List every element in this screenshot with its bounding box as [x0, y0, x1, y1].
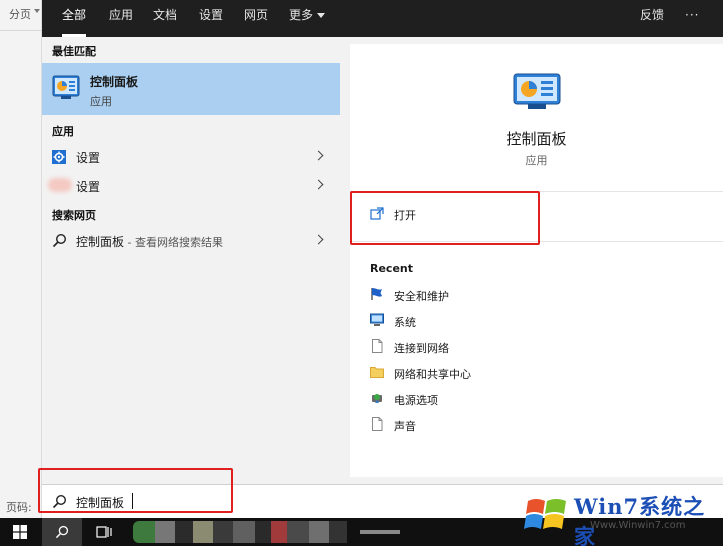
background-tab-label: 分页	[9, 8, 31, 21]
text-cursor	[132, 493, 133, 509]
search-query-text: 控制面板	[76, 496, 125, 510]
recent-item[interactable]: 安全和维护	[350, 282, 723, 308]
gear-icon	[52, 150, 66, 164]
power-options-icon	[372, 394, 382, 403]
chevron-down-icon	[34, 9, 40, 13]
chevron-down-icon	[317, 13, 326, 18]
background-document: 分页 页码:	[0, 0, 42, 518]
preview-pane: 控制面板 应用 打开 Recent 安全和维护 系统 连接到网络 网络和共享中心…	[350, 44, 723, 477]
recent-item[interactable]: 声音	[350, 412, 723, 438]
search-icon	[52, 233, 67, 248]
best-match-type: 应用	[90, 95, 112, 108]
app-item-settings-2[interactable]: 设置	[42, 172, 340, 200]
control-panel-icon	[513, 73, 561, 109]
filter-tab-bar: 全部 应用 文档 设置 网页 更多 反馈 ···	[42, 0, 723, 37]
background-status-label: 页码:	[6, 501, 32, 514]
open-label: 打开	[394, 209, 416, 222]
chevron-right-icon	[313, 234, 324, 245]
web-heading: 搜索网页	[52, 209, 96, 222]
web-search-suffix: - 查看网络搜索结果	[124, 236, 223, 249]
best-match-item[interactable]: 控制面板 应用	[42, 63, 340, 115]
chevron-right-icon	[313, 179, 324, 190]
windows-7-logo-icon	[524, 499, 566, 529]
search-popup: 全部 应用 文档 设置 网页 更多 反馈 ··· 最佳匹配 控制面板 应用 应用	[42, 0, 723, 518]
open-icon	[370, 207, 384, 220]
tab-more[interactable]: 更多	[289, 0, 326, 37]
folder-icon	[370, 367, 384, 378]
app-item-label: 设置	[76, 180, 101, 194]
watermark-url: Www.Winwin7.com	[590, 520, 686, 531]
divider	[350, 191, 723, 192]
monitor-icon	[370, 313, 384, 326]
web-search-query: 控制面板	[76, 235, 125, 249]
recent-item[interactable]: 系统	[350, 308, 723, 334]
tab-settings[interactable]: 设置	[199, 0, 223, 37]
site-watermark: Win7系统之家 Www.Winwin7.com	[524, 489, 720, 546]
search-icon	[52, 494, 67, 509]
tab-all[interactable]: 全部	[62, 0, 87, 37]
recent-item[interactable]: 连接到网络	[350, 334, 723, 360]
flag-icon	[371, 288, 382, 300]
best-match-name: 控制面板	[90, 75, 139, 89]
task-view-button[interactable]	[84, 518, 124, 546]
feedback-button[interactable]: 反馈	[640, 0, 664, 37]
preview-type: 应用	[525, 154, 548, 167]
results-list: 最佳匹配 控制面板 应用 应用 设置 设置 搜索网页 控制面板 - 查看网络搜索…	[42, 37, 340, 477]
recent-heading: Recent	[370, 262, 414, 275]
more-options-button[interactable]: ···	[685, 0, 699, 37]
tab-apps[interactable]: 应用	[109, 0, 133, 37]
open-button[interactable]: 打开	[350, 194, 723, 234]
web-search-item[interactable]: 控制面板 - 查看网络搜索结果	[42, 227, 340, 255]
app-item-label: 设置	[76, 151, 101, 165]
document-icon	[372, 417, 383, 431]
divider	[350, 241, 723, 242]
divider	[0, 30, 42, 31]
tab-documents[interactable]: 文档	[153, 0, 177, 37]
recent-item[interactable]: 网络和共享中心	[350, 360, 723, 386]
control-panel-icon	[52, 75, 80, 99]
chevron-right-icon	[313, 150, 324, 161]
task-view-icon	[96, 526, 112, 538]
recent-item[interactable]: 电源选项	[350, 386, 723, 412]
search-icon	[55, 525, 69, 539]
taskbar-search-button[interactable]	[42, 518, 82, 546]
app-item-settings[interactable]: 设置	[42, 143, 340, 171]
document-icon	[372, 339, 383, 353]
blurred-app-icon	[48, 178, 72, 192]
tab-web[interactable]: 网页	[244, 0, 268, 37]
best-match-heading: 最佳匹配	[52, 45, 96, 58]
apps-heading: 应用	[52, 125, 74, 138]
windows-logo-icon	[13, 525, 27, 539]
watermark-brand: Win7系统之家	[574, 494, 706, 546]
preview-title: 控制面板	[506, 130, 567, 148]
start-button[interactable]	[0, 518, 40, 546]
